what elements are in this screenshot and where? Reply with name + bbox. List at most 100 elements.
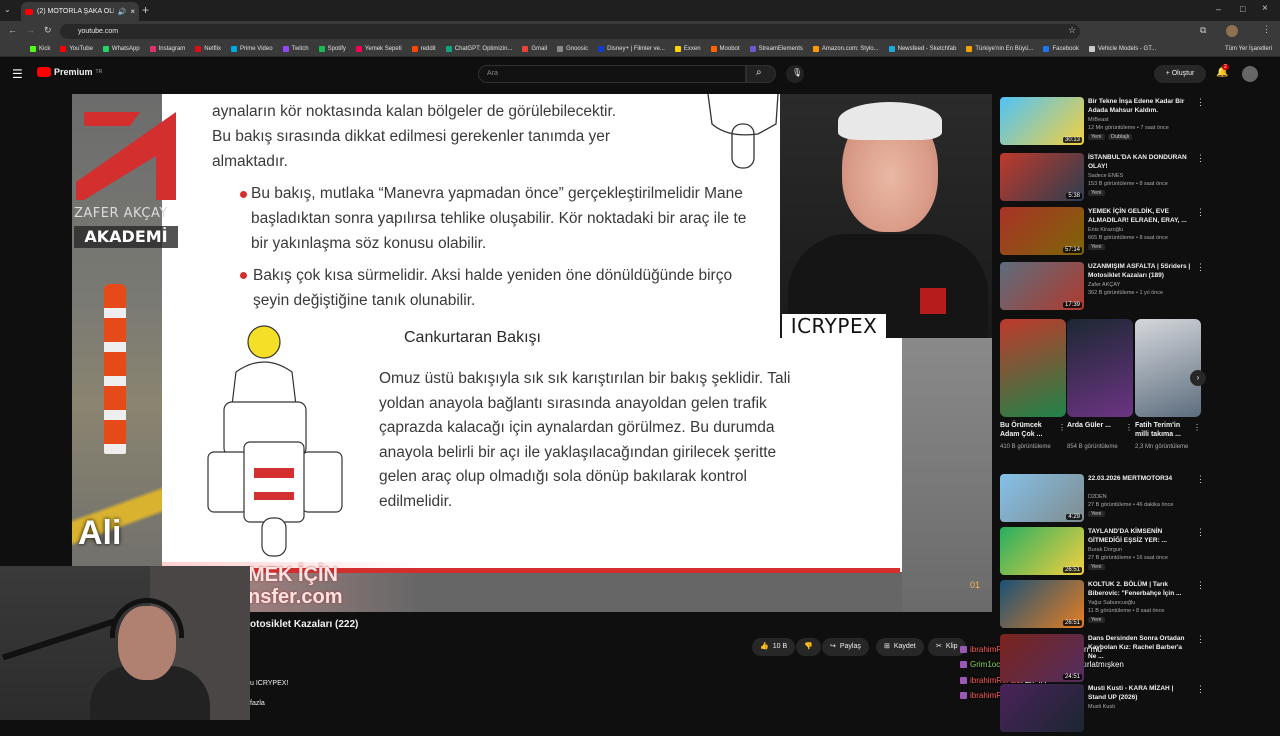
recommended-video[interactable]: 4:29 22.03.2026 MERTMOTOR34 D2DEN 27 B görü… xyxy=(1000,474,1205,526)
more-options-icon[interactable]: ⋮ xyxy=(1196,634,1205,645)
short-thumbnail[interactable] xyxy=(1067,319,1133,417)
video-title[interactable]: Dans Dersinden Sonra Ortadan Kaybolan Kı… xyxy=(1088,634,1192,661)
recommended-video[interactable]: 24:51 Dans Dersinden Sonra Ortadan Kaybol… xyxy=(1000,634,1205,686)
recommended-video[interactable]: 5:38 İSTANBUL'DA KAN DONDURAN OLAY! Sadece… xyxy=(1000,153,1205,205)
video-thumbnail[interactable]: 17:39 xyxy=(1000,262,1084,310)
more-options-icon[interactable]: ⋮ xyxy=(1058,423,1066,432)
create-button[interactable]: + Oluştur xyxy=(1154,65,1206,83)
recommended-video[interactable]: Musti Kusti - KARA MİZAH | Stand UP (202… xyxy=(1000,684,1205,736)
more-options-icon[interactable]: ⋮ xyxy=(1125,423,1133,432)
forward-icon[interactable]: → xyxy=(26,25,35,35)
bookmark-item[interactable]: Twitch xyxy=(282,46,309,52)
channel-name[interactable]: Yağız Sabuncuoğlu xyxy=(1088,600,1198,606)
channel-name[interactable]: Sadece ENES xyxy=(1088,173,1198,179)
tab-close-icon[interactable]: × xyxy=(130,7,135,16)
short-video[interactable]: Fatih Terim'in milli takıma ... 2,3 Mn gö… xyxy=(1135,319,1201,467)
more-options-icon[interactable]: ⋮ xyxy=(1196,207,1205,218)
more-options-icon[interactable]: ⋮ xyxy=(1196,474,1205,485)
short-title[interactable]: Bu Örümcek Adam Çok ... xyxy=(1000,421,1058,439)
bookmark-item[interactable]: Netflix xyxy=(195,46,221,52)
video-title[interactable]: İSTANBUL'DA KAN DONDURAN OLAY! xyxy=(1088,153,1192,171)
short-thumbnail[interactable] xyxy=(1135,319,1201,417)
video-thumbnail[interactable]: 5:38 xyxy=(1000,153,1084,201)
extensions-icon[interactable]: ⧉ xyxy=(1200,25,1206,36)
more-options-icon[interactable]: ⋮ xyxy=(1196,153,1205,164)
account-avatar[interactable] xyxy=(1242,66,1258,82)
bookmark-item[interactable]: Türkiye'nin En Büyü... xyxy=(966,46,1033,52)
more-options-icon[interactable]: ⋮ xyxy=(1196,684,1205,695)
video-thumbnail[interactable]: 26:51 xyxy=(1000,527,1084,575)
like-button[interactable]: 👍 10 B xyxy=(752,638,796,656)
bookmark-star-icon[interactable]: ☆ xyxy=(1068,25,1076,36)
video-thumbnail[interactable]: 24:51 xyxy=(1000,634,1084,682)
short-video[interactable]: Arda Güler ... 854 B görüntüleme ⋮ xyxy=(1067,319,1133,467)
bookmark-item[interactable]: Newsfeed - Sketchfab xyxy=(888,46,956,52)
bookmark-item[interactable]: reddit xyxy=(411,46,436,52)
browser-tab-active[interactable]: (2) MOTORLA ŞAKA OLMA... 🔊 × xyxy=(21,2,139,21)
video-thumbnail[interactable]: 57:14 xyxy=(1000,207,1084,255)
more-options-icon[interactable]: ⋮ xyxy=(1196,580,1205,591)
video-thumbnail[interactable] xyxy=(1000,684,1084,732)
bookmark-item[interactable]: Gnoosic xyxy=(557,46,588,52)
channel-name[interactable]: Zafer AKÇAY xyxy=(1088,282,1198,288)
recommended-video[interactable]: 26:51 TAYLAND'DA KİMSENİN GİTMEDİĞİ EŞSİZ… xyxy=(1000,527,1205,579)
profile-avatar[interactable] xyxy=(1226,25,1238,37)
bookmark-item[interactable]: Facebook xyxy=(1043,46,1079,52)
recommended-video[interactable]: 17:39 UZANMIŞIM ASFALTA | 5Sriders | Moto… xyxy=(1000,262,1205,314)
dislike-button[interactable]: 👎 xyxy=(796,638,821,656)
recommended-video[interactable]: 30:13 Bir Tekne İnşa Edene Kadar Bir Adad… xyxy=(1000,97,1205,149)
video-title[interactable]: Bir Tekne İnşa Edene Kadar Bir Adada Mah… xyxy=(1088,97,1192,115)
short-video[interactable]: Bu Örümcek Adam Çok ... 410 B görüntüleme… xyxy=(1000,319,1066,467)
more-options-icon[interactable]: ⋮ xyxy=(1196,97,1205,108)
video-title[interactable]: KOLTUK 2. BÖLÜM | Tarık Biberovic: "Fene… xyxy=(1088,580,1192,598)
bookmark-item[interactable]: Exxen xyxy=(674,46,701,52)
back-icon[interactable]: ← xyxy=(8,25,17,35)
video-thumbnail[interactable]: 30:13 xyxy=(1000,97,1084,145)
channel-name[interactable]: D2DEN xyxy=(1088,494,1198,500)
tab-list-dropdown-icon[interactable]: ⌄ xyxy=(4,5,14,15)
youtube-logo[interactable]: Premium TR xyxy=(37,67,102,77)
bookmark-item[interactable]: Kick xyxy=(30,46,50,52)
short-title[interactable]: Arda Güler ... xyxy=(1067,421,1125,430)
all-bookmarks-button[interactable]: Tüm Yer İşaretleri xyxy=(1225,46,1280,52)
bookmark-item[interactable]: Vehicle Models - GT... xyxy=(1088,46,1156,52)
search-button[interactable]: ⌕ xyxy=(746,65,776,83)
maximize-window-button[interactable]: □ xyxy=(1240,4,1245,14)
more-options-icon[interactable]: ⋮ xyxy=(1196,262,1205,273)
hamburger-menu-icon[interactable]: ☰ xyxy=(12,67,23,81)
channel-name[interactable]: MrBeast xyxy=(1088,117,1198,123)
bookmark-item[interactable]: StreamElements xyxy=(749,46,803,52)
minimize-window-button[interactable]: – xyxy=(1216,4,1221,14)
browser-menu-icon[interactable]: ⋮ xyxy=(1262,24,1271,35)
bookmark-item[interactable]: Yemek Sepeti xyxy=(355,46,402,52)
bookmark-item[interactable]: ChatGPT: Optimizin... xyxy=(445,46,512,52)
bookmark-item[interactable]: Gmail xyxy=(522,46,547,52)
tab-audio-icon[interactable]: 🔊 xyxy=(118,8,127,16)
video-thumbnail[interactable]: 4:29 xyxy=(1000,474,1084,522)
video-title[interactable]: TAYLAND'DA KİMSENİN GİTMEDİĞİ EŞSİZ YER:… xyxy=(1088,527,1192,545)
share-button[interactable]: ↪ Paylaş xyxy=(822,638,869,656)
more-options-icon[interactable]: ⋮ xyxy=(1193,423,1201,432)
bookmark-item[interactable]: Disney+ | Filmler ve... xyxy=(598,46,665,52)
save-button[interactable]: ⊞ Kaydet xyxy=(876,638,924,656)
address-bar-input[interactable]: youtube.com xyxy=(60,24,1080,39)
video-title[interactable]: YEMEK İÇİN GELDİK, EVE ALMADILAR! ELRAEN… xyxy=(1088,207,1192,225)
channel-name[interactable]: Enis Kirazoğlu xyxy=(1088,227,1198,233)
search-input[interactable]: Ara xyxy=(478,65,746,83)
bookmark-item[interactable]: Instagram xyxy=(149,46,185,52)
close-window-button[interactable]: × xyxy=(1262,3,1268,14)
video-title[interactable]: Musti Kusti - KARA MİZAH | Stand UP (202… xyxy=(1088,684,1192,702)
video-thumbnail[interactable]: 26:51 xyxy=(1000,580,1084,628)
recommended-video[interactable]: 57:14 YEMEK İÇİN GELDİK, EVE ALMADILAR! E… xyxy=(1000,207,1205,259)
recommended-video[interactable]: 26:51 KOLTUK 2. BÖLÜM | Tarık Biberovic: … xyxy=(1000,580,1205,632)
channel-name[interactable]: Musti Kusti xyxy=(1088,704,1198,710)
bookmark-item[interactable]: Spotify xyxy=(318,46,346,52)
video-title[interactable]: 22.03.2026 MERTMOTOR34 xyxy=(1088,474,1192,483)
voice-search-button[interactable]: 🎙 xyxy=(786,65,804,83)
description-more[interactable]: fazla xyxy=(250,700,265,707)
more-options-icon[interactable]: ⋮ xyxy=(1196,527,1205,538)
short-thumbnail[interactable] xyxy=(1000,319,1066,417)
bookmark-item[interactable]: Amazon.com: Stylo... xyxy=(812,46,879,52)
reload-icon[interactable]: ↻ xyxy=(44,25,52,36)
bookmark-item[interactable]: Prime Video xyxy=(230,46,273,52)
